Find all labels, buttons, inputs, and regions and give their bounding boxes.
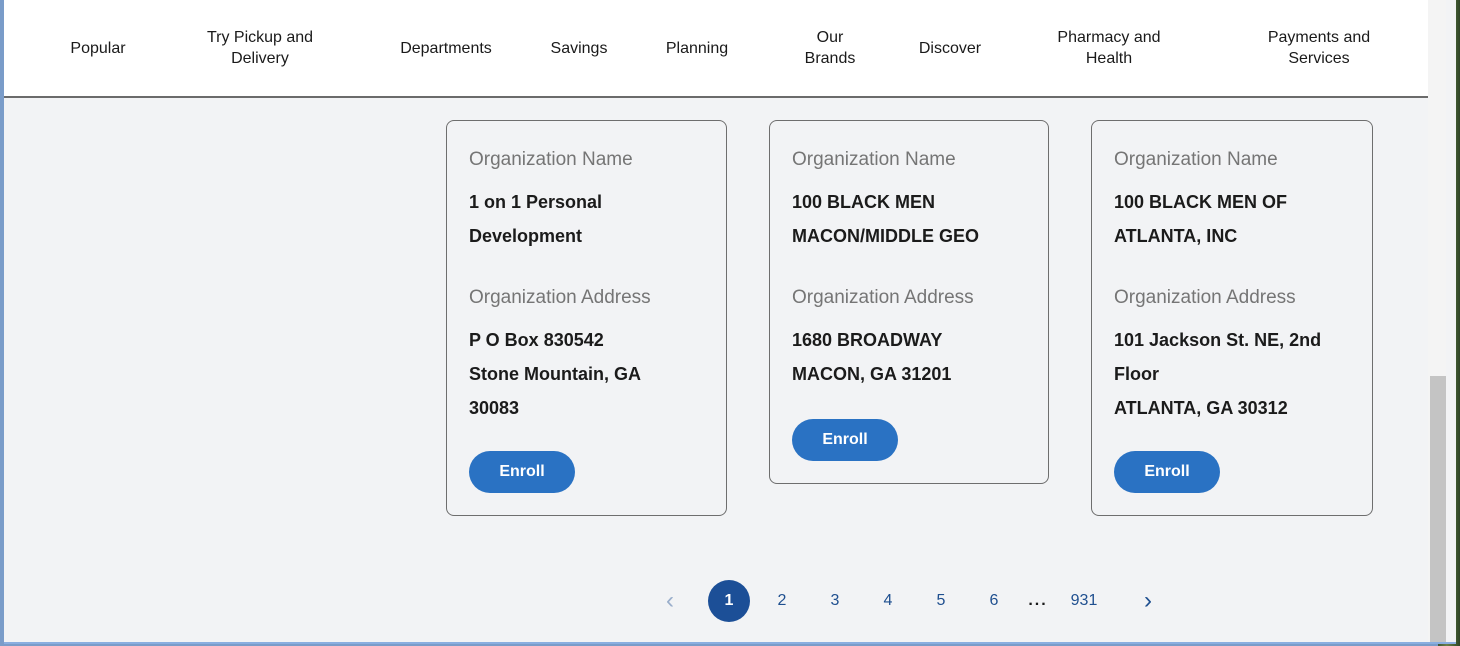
organization-address: P O Box 830542 Stone Mountain, GA 30083 [469,330,641,418]
nav-item-savings[interactable]: Savings [539,0,619,96]
enroll-button[interactable]: Enroll [469,451,575,493]
nav-item-pharmacy-health[interactable]: Pharmacy and Health [1044,0,1174,96]
scrollbar-thumb[interactable] [1430,376,1446,642]
organization-card: Organization Name 100 BLACK MEN MACON/MI… [769,120,1049,484]
browser-page: Popular Try Pickup and Delivery Departme… [4,0,1456,644]
organization-card: Organization Name 1 on 1 Personal Develo… [446,120,727,516]
nav-item-discover[interactable]: Discover [900,0,1000,96]
previous-page-icon[interactable]: ‹ [658,580,682,622]
page-button[interactable]: 6 [984,580,1004,622]
organization-address-label: Organization Address [1114,287,1296,308]
pagination-ellipsis: ... [1028,592,1048,609]
organization-address-label: Organization Address [469,287,651,308]
nav-item-payments-services[interactable]: Payments and Services [1244,0,1394,96]
nav-item-departments[interactable]: Departments [386,0,506,96]
nav-item-planning[interactable]: Planning [652,0,742,96]
page-button-last[interactable]: 931 [1064,580,1104,622]
nav-item-our-brands[interactable]: Our Brands [790,0,870,96]
organization-address-label: Organization Address [792,287,974,308]
organization-name-label: Organization Name [469,149,633,170]
next-page-icon[interactable]: › [1136,580,1160,622]
page-button[interactable]: 2 [772,580,792,622]
organization-address: 101 Jackson St. NE, 2nd Floor ATLANTA, G… [1114,330,1322,418]
organization-name-label: Organization Name [792,149,956,170]
page-button-current[interactable]: 1 [708,580,750,622]
organization-card: Organization Name 100 BLACK MEN OF ATLAN… [1091,120,1373,516]
nav-item-popular[interactable]: Popular [48,0,148,96]
enroll-button[interactable]: Enroll [1114,451,1220,493]
enroll-button[interactable]: Enroll [792,419,898,461]
organization-name: 100 BLACK MEN MACON/MIDDLE GEO [792,192,979,246]
page-button[interactable]: 3 [825,580,845,622]
organization-name-label: Organization Name [1114,149,1278,170]
organization-name: 1 on 1 Personal Development [469,192,603,246]
organization-name: 100 BLACK MEN OF ATLANTA, INC [1114,192,1288,246]
top-navigation: Popular Try Pickup and Delivery Departme… [4,0,1428,98]
page-button[interactable]: 4 [878,580,898,622]
organization-address: 1680 BROADWAY MACON, GA 31201 [792,330,952,384]
nav-item-pickup-delivery[interactable]: Try Pickup and Delivery [190,0,330,96]
page-button[interactable]: 5 [931,580,951,622]
